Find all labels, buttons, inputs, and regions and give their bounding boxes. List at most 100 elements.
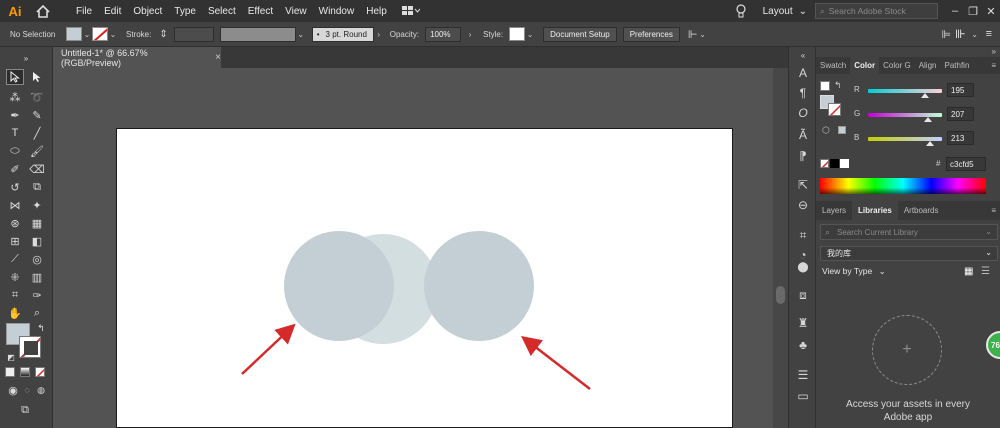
links-icon[interactable]: ⊖ bbox=[794, 197, 812, 213]
green-slider-thumb[interactable] bbox=[924, 117, 933, 122]
vertical-scrollbar[interactable] bbox=[773, 68, 788, 428]
puppet-warp-tool-icon[interactable]: ✦ bbox=[28, 197, 46, 213]
menu-object[interactable]: Object bbox=[127, 6, 168, 17]
change-screen-mode-icon[interactable]: ⧉ bbox=[16, 402, 34, 418]
black-swatch[interactable] bbox=[830, 159, 839, 168]
library-dropdown[interactable]: 我的库 ⌄ bbox=[820, 246, 998, 261]
grid-view-icon[interactable]: ▦ bbox=[964, 266, 973, 277]
hand-tool-icon[interactable]: ✋ bbox=[6, 305, 24, 321]
stroke-swatch[interactable] bbox=[92, 27, 108, 41]
collapse-dock-icon[interactable]: « bbox=[794, 47, 812, 63]
scale-tool-icon[interactable]: ⧉ bbox=[28, 179, 46, 195]
stroke-weight-field[interactable] bbox=[173, 26, 214, 42]
width-tool-icon[interactable]: ⋈ bbox=[6, 197, 24, 213]
variable-width-profile[interactable] bbox=[219, 26, 296, 42]
menu-file[interactable]: File bbox=[70, 6, 98, 17]
chevron-right-icon[interactable]: › bbox=[465, 30, 475, 39]
collapse-toolbar-icon[interactable]: » bbox=[17, 50, 35, 66]
image-trace-icon[interactable]: ⧈ bbox=[794, 287, 812, 303]
paintbrush-tool-icon[interactable]: 🖌 bbox=[28, 143, 46, 159]
perspective-grid-tool-icon[interactable]: ▦ bbox=[28, 215, 46, 231]
artboard-tool-icon[interactable]: ⌗ bbox=[6, 287, 24, 303]
shape-builder-tool-icon[interactable]: ⊛ bbox=[6, 215, 24, 231]
ellipse-tool-icon[interactable]: ⬭ bbox=[6, 143, 24, 159]
fill-swatch[interactable] bbox=[66, 27, 82, 41]
glyphs-icon[interactable]: Ã bbox=[794, 127, 812, 143]
lasso-tool-icon[interactable]: ➰ bbox=[28, 89, 46, 105]
chevron-down-icon[interactable]: ⌄ bbox=[525, 30, 535, 39]
mesh-tool-icon[interactable]: ⊞ bbox=[6, 233, 24, 249]
document-setup-button[interactable]: Document Setup bbox=[543, 26, 617, 42]
shaper-tool-icon[interactable]: ✐ bbox=[6, 161, 24, 177]
scrollbar-thumb[interactable] bbox=[776, 286, 785, 304]
gradient-tool-icon[interactable]: ◧ bbox=[28, 233, 46, 249]
brush-definition-field[interactable]: • 3 pt. Round bbox=[311, 26, 374, 42]
workspace-switcher-icon[interactable] bbox=[399, 3, 423, 19]
none-swatch[interactable] bbox=[820, 159, 829, 168]
clubs-symbol-icon[interactable]: ♣ bbox=[794, 337, 812, 353]
right-circle[interactable] bbox=[424, 231, 534, 341]
line-tool-icon[interactable]: ╱ bbox=[28, 125, 46, 141]
align-panel-icon[interactable]: ☰ bbox=[794, 367, 812, 383]
blue-slider-thumb[interactable] bbox=[925, 141, 934, 146]
export-icon[interactable]: ⇱ bbox=[794, 177, 812, 193]
library-search-input[interactable]: ⌕ Search Current Library ⌄ bbox=[820, 224, 998, 240]
view-by-dropdown[interactable]: View by Type ⌄ bbox=[822, 266, 886, 277]
none-mode-icon[interactable] bbox=[35, 367, 45, 377]
menu-window[interactable]: Window bbox=[313, 6, 361, 17]
menu-help[interactable]: Help bbox=[360, 6, 393, 17]
menu-edit[interactable]: Edit bbox=[98, 6, 127, 17]
close-icon[interactable]: ✕ bbox=[982, 1, 1000, 21]
stroke-stepper-icon[interactable]: ⇕ bbox=[159, 29, 167, 40]
pen-tool-icon[interactable]: ✒ bbox=[6, 107, 24, 123]
opacity-field[interactable]: 100% bbox=[425, 26, 462, 42]
blend-tool-icon[interactable]: ◎ bbox=[28, 251, 46, 267]
tab-color[interactable]: Color bbox=[850, 57, 880, 74]
chevron-right-icon[interactable]: › bbox=[374, 30, 384, 39]
layout-dropdown[interactable]: Layout ⌄ bbox=[763, 6, 807, 17]
draw-inside-icon[interactable]: ◍ bbox=[32, 382, 50, 398]
close-tab-icon[interactable]: × bbox=[215, 52, 221, 63]
list-view-icon[interactable]: ☰ bbox=[981, 266, 990, 277]
character-icon[interactable]: A bbox=[794, 65, 812, 81]
chevron-down-icon[interactable]: ⌄ bbox=[108, 30, 118, 39]
color-mode-icon[interactable] bbox=[5, 367, 15, 377]
red-slider-track[interactable] bbox=[868, 89, 942, 93]
menu-effect[interactable]: Effect bbox=[242, 6, 279, 17]
transform-panel-icon[interactable]: ⌗ bbox=[794, 227, 812, 243]
lightbulb-icon[interactable] bbox=[733, 3, 749, 19]
home-icon[interactable] bbox=[34, 3, 52, 19]
blue-value-field[interactable]: 213 bbox=[947, 131, 974, 145]
menu-select[interactable]: Select bbox=[202, 6, 242, 17]
restore-icon[interactable]: ❐ bbox=[964, 1, 982, 21]
tab-artboards[interactable]: Artboards bbox=[898, 201, 945, 220]
tab-libraries[interactable]: Libraries bbox=[852, 201, 898, 220]
hex-value-field[interactable]: c3cfd5 bbox=[946, 157, 986, 171]
align-icon[interactable]: ⊫ bbox=[942, 28, 952, 41]
default-colors-icon[interactable]: ◩ bbox=[2, 349, 20, 365]
green-value-field[interactable]: 207 bbox=[947, 107, 974, 121]
eyedropper-tool-icon[interactable]: ⟋ bbox=[6, 251, 24, 267]
selection-tool-icon[interactable] bbox=[6, 69, 24, 85]
menu-view[interactable]: View bbox=[279, 6, 313, 17]
paragraph-icon[interactable]: ¶ bbox=[794, 85, 812, 101]
minimize-icon[interactable]: – bbox=[946, 1, 964, 21]
opentype-icon[interactable]: O bbox=[794, 105, 812, 121]
arrange-documents-icon[interactable]: ⊩ bbox=[688, 28, 698, 41]
stroke-color-box[interactable] bbox=[19, 336, 41, 358]
chevron-down-icon[interactable]: ⌄ bbox=[697, 30, 707, 39]
column-graph-tool-icon[interactable]: ▥ bbox=[28, 269, 46, 285]
menu-type[interactable]: Type bbox=[168, 6, 202, 17]
symbols-icon[interactable]: ♜ bbox=[794, 315, 812, 331]
chevron-down-icon[interactable]: ⌄ bbox=[970, 30, 980, 39]
transform-icon[interactable]: ⊪ bbox=[955, 27, 965, 41]
slice-tool-icon[interactable]: ✑ bbox=[28, 287, 46, 303]
direct-selection-tool-icon[interactable] bbox=[28, 69, 46, 85]
rotate-tool-icon[interactable]: ↺ bbox=[6, 179, 24, 195]
left-circle[interactable] bbox=[284, 231, 394, 341]
gradient-panel-icon[interactable]: ▭ bbox=[794, 388, 812, 404]
type-tool-icon[interactable]: T bbox=[6, 125, 24, 141]
collapse-panel-icon[interactable]: » bbox=[992, 47, 996, 56]
color-spectrum[interactable] bbox=[820, 178, 986, 194]
chevron-down-icon[interactable]: ⌄ bbox=[296, 30, 306, 39]
